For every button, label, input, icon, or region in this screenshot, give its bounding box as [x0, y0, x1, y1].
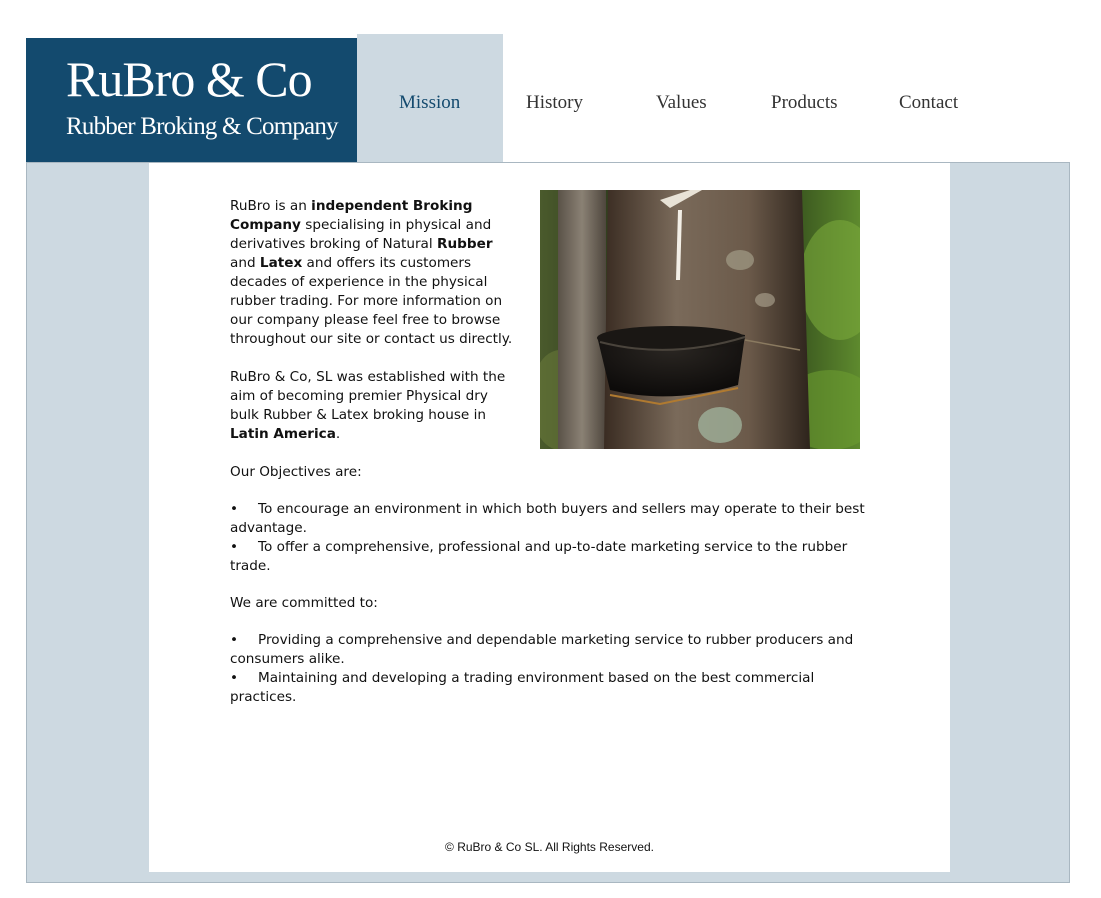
intro-text: RuBro is an independent Broking Company …	[230, 197, 515, 463]
nav-item-label: Mission	[399, 92, 461, 113]
nav-item-contact[interactable]: Contact	[877, 34, 987, 162]
logo[interactable]: RuBro & Co Rubber Broking & Company	[26, 38, 357, 162]
intro-paragraph-1: RuBro is an independent Broking Company …	[230, 198, 513, 347]
commitments-list: • Providing a comprehensive and dependabl…	[230, 631, 880, 707]
nav-item-label: Values	[656, 92, 707, 113]
logo-title: RuBro & Co	[66, 51, 313, 107]
list-item: • To offer a comprehensive, professional …	[230, 539, 848, 574]
intro-paragraph-2: RuBro & Co, SL was established with the …	[230, 369, 506, 442]
objectives-section: Our Objectives are: • To encourage an env…	[230, 463, 880, 725]
nav-item-label: History	[526, 92, 583, 113]
nav-item-history[interactable]: History	[503, 34, 623, 162]
nav-item-label: Contact	[899, 92, 959, 113]
list-item: • To encourage an environment in which bo…	[230, 501, 865, 536]
rubber-tree-photo	[540, 190, 860, 449]
nav-item-label: Products	[771, 92, 838, 113]
nav-item-values[interactable]: Values	[633, 34, 733, 162]
objectives-heading: Our Objectives are:	[230, 464, 362, 480]
main-content: RuBro is an independent Broking Company …	[149, 163, 950, 872]
footer-copyright: © RuBro & Co SL. All Rights Reserved.	[445, 840, 654, 854]
logo-subtitle: Rubber Broking & Company	[66, 113, 339, 140]
list-item: • Maintaining and developing a trading en…	[230, 670, 815, 705]
nav-item-mission[interactable]: Mission	[357, 34, 503, 162]
list-item: • Providing a comprehensive and dependabl…	[230, 632, 854, 667]
objectives-list: • To encourage an environment in which bo…	[230, 500, 880, 576]
commitments-heading: We are committed to:	[230, 595, 378, 611]
main-nav: Mission History Values Products Contact	[357, 34, 997, 162]
nav-item-products[interactable]: Products	[749, 34, 859, 162]
